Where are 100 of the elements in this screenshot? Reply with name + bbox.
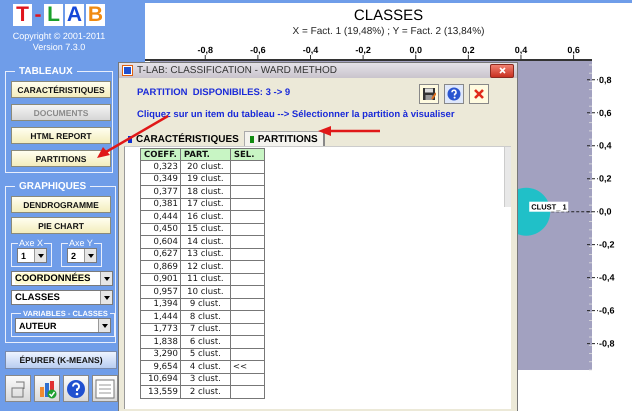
partition-cell[interactable]: 20 clust. bbox=[180, 160, 230, 173]
y-tick-label: 0,8 bbox=[599, 74, 612, 85]
dropdown[interactable]: COORDONNÉES bbox=[11, 271, 113, 286]
partition-cell[interactable]: 2 clust. bbox=[180, 386, 230, 398]
partition-cell[interactable]: 10 clust. bbox=[180, 286, 230, 298]
save-icon bbox=[422, 87, 436, 101]
partition-cell[interactable]: 8 clust. bbox=[180, 310, 230, 323]
logo-letter: T bbox=[13, 4, 32, 26]
scrollbar[interactable] bbox=[504, 147, 511, 207]
chart-title: CLASSES bbox=[354, 7, 424, 25]
partition-cell[interactable]: 3 clust. bbox=[180, 373, 230, 386]
coefficient-cell[interactable]: 3,290 bbox=[140, 348, 180, 360]
close-button[interactable] bbox=[469, 84, 489, 104]
bar-chart-check-button[interactable] bbox=[34, 375, 60, 402]
partition-cell[interactable]: 11 clust. bbox=[180, 273, 230, 286]
dialog-title: T-LAB: CLASSIFICATION - WARD METHOD bbox=[137, 65, 338, 76]
x-tick-label: 0,4 bbox=[514, 45, 528, 55]
x-tick-label: -0,2 bbox=[355, 45, 371, 55]
x-tick-label: 0,0 bbox=[409, 45, 422, 55]
help-icon bbox=[447, 87, 461, 101]
x-tick-label: 0,6 bbox=[567, 45, 580, 55]
partition-cell[interactable]: 17 clust. bbox=[180, 198, 230, 210]
column-header: PART. bbox=[180, 148, 230, 160]
help-button[interactable] bbox=[444, 84, 464, 104]
y-tick-label: 0,4 bbox=[599, 140, 612, 151]
chart-subtitle: X = Fact. 1 (19,48%) ; Y = Fact. 2 (13,84%) bbox=[292, 25, 484, 39]
version-text: Version 7.3.0 bbox=[32, 42, 86, 53]
partition-cell[interactable]: 4 clust. bbox=[180, 360, 230, 373]
partition-cell[interactable]: 9 clust. bbox=[180, 298, 230, 310]
document-icon bbox=[95, 378, 115, 398]
sidebar-button[interactable]: HTML REPORT bbox=[11, 127, 111, 144]
close-icon bbox=[472, 87, 486, 101]
partition-cell[interactable]: 7 clust. bbox=[180, 323, 230, 336]
logo-letter: L bbox=[44, 4, 63, 26]
coefficient-cell[interactable]: 0,604 bbox=[140, 236, 180, 248]
close-icon bbox=[498, 67, 506, 74]
column-header: SEL. bbox=[230, 148, 264, 160]
help-button[interactable] bbox=[63, 375, 89, 402]
coefficient-cell[interactable]: 1,773 bbox=[140, 323, 180, 336]
help-icon bbox=[66, 378, 86, 398]
tab[interactable]: CARACTÉRISTIQUES bbox=[123, 133, 244, 146]
partition-cell[interactable]: 19 clust. bbox=[180, 173, 230, 186]
coefficient-cell[interactable]: 0,444 bbox=[140, 210, 180, 223]
y-tick-label: 0,6 bbox=[599, 108, 612, 118]
partition-cell[interactable]: 5 clust. bbox=[180, 348, 230, 360]
coefficient-cell[interactable]: 0,381 bbox=[140, 198, 180, 210]
partition-cell[interactable]: 18 clust. bbox=[180, 186, 230, 198]
logo-letter: A bbox=[65, 4, 84, 26]
sidebar-button[interactable]: PIE CHART bbox=[11, 217, 111, 234]
coefficient-cell[interactable]: 13,559 bbox=[140, 386, 180, 398]
selection-cell[interactable]: << bbox=[230, 360, 264, 373]
dropdown[interactable]: AUTEUR bbox=[15, 318, 111, 333]
partition-cell[interactable]: 13 clust. bbox=[180, 248, 230, 260]
coefficient-cell[interactable]: 1,444 bbox=[140, 310, 180, 323]
bar-chart-check-icon bbox=[37, 378, 57, 398]
coefficient-cell[interactable]: 1,394 bbox=[140, 298, 180, 310]
coefficient-cell[interactable]: 0,627 bbox=[140, 248, 180, 260]
x-tick-label: -0,6 bbox=[250, 45, 266, 55]
coefficient-cell[interactable]: 0,869 bbox=[140, 260, 180, 273]
sidebar-button[interactable]: DENDROGRAMME bbox=[11, 196, 111, 213]
save-button[interactable] bbox=[419, 84, 439, 104]
coefficient-cell[interactable]: 10,694 bbox=[140, 373, 180, 386]
partition-cell[interactable]: 6 clust. bbox=[180, 336, 230, 348]
x-tick-label: -0,4 bbox=[302, 45, 318, 55]
coefficient-cell[interactable]: 0,450 bbox=[140, 223, 180, 236]
partition-cell[interactable]: 15 clust. bbox=[180, 223, 230, 236]
document-button[interactable] bbox=[92, 375, 118, 402]
coefficient-cell[interactable]: 0,323 bbox=[140, 160, 180, 173]
coefficient-cell[interactable]: 0,349 bbox=[140, 173, 180, 186]
partition-cell[interactable]: 12 clust. bbox=[180, 260, 230, 273]
dropdown[interactable]: CLASSES bbox=[11, 290, 113, 305]
axis-label: Axe X bbox=[18, 238, 44, 248]
y-tick-label: -0,6 bbox=[599, 306, 615, 316]
app-icon bbox=[122, 65, 133, 76]
coefficient-cell[interactable]: 9,654 bbox=[140, 360, 180, 373]
copyright-text: Copyright © 2001-2011 bbox=[12, 31, 106, 42]
y-tick-label: -0,8 bbox=[599, 338, 615, 349]
coefficient-cell[interactable]: 0,957 bbox=[140, 286, 180, 298]
group-title: TABLEAUX bbox=[18, 66, 74, 77]
sidebar-button[interactable]: PARTITIONS bbox=[11, 150, 111, 167]
close-button[interactable] bbox=[490, 64, 514, 78]
partition-cell[interactable]: 16 clust. bbox=[180, 210, 230, 223]
sidebar-button[interactable]: CARACTÉRISTIQUES bbox=[11, 81, 111, 98]
group-title: GRAPHIQUES bbox=[18, 181, 88, 192]
partition-cell[interactable]: 14 clust. bbox=[180, 236, 230, 248]
coefficient-cell[interactable]: 0,901 bbox=[140, 273, 180, 286]
axis-label: Axe Y bbox=[68, 238, 94, 248]
pointer-arrow bbox=[318, 126, 380, 136]
logo-letter: B bbox=[86, 4, 105, 26]
x-tick-label: 0,2 bbox=[462, 45, 475, 55]
axis-select[interactable]: 2 bbox=[67, 248, 97, 263]
y-tick-label: 0,0 bbox=[599, 206, 612, 217]
export-button[interactable] bbox=[5, 375, 31, 402]
tab[interactable]: PARTITIONS bbox=[244, 131, 325, 146]
instruction-text: Cliquez sur un item du tableau --> Sélectionner la partition à visualiser bbox=[137, 109, 456, 120]
coefficient-cell[interactable]: 1,838 bbox=[140, 336, 180, 348]
kmeans-button[interactable]: ÉPURER (K-MEANS) bbox=[5, 351, 117, 369]
y-tick-label: -0,2 bbox=[599, 240, 615, 250]
axis-select[interactable]: 1 bbox=[17, 248, 47, 263]
coefficient-cell[interactable]: 0,377 bbox=[140, 186, 180, 198]
